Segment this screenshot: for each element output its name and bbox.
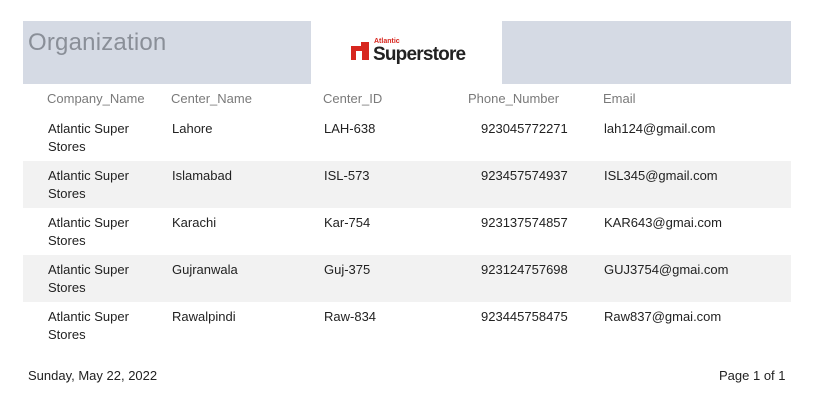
cell-email: ISL345@gmail.com (604, 168, 718, 183)
logo-mark-icon (349, 40, 371, 62)
data-table: Atlantic Super Stores Lahore LAH-638 923… (23, 114, 791, 349)
report-date: Sunday, May 22, 2022 (28, 368, 158, 383)
table-row: Atlantic Super Stores Rawalpindi Raw-834… (23, 302, 791, 349)
header-band-right (502, 21, 791, 84)
table-row: Atlantic Super Stores Karachi Kar-754 92… (23, 208, 791, 255)
report-title: Organization (28, 29, 167, 56)
cell-company-name: Atlantic Super Stores (48, 121, 129, 154)
cell-phone-number: 923457574937 (481, 168, 568, 183)
logo-big-text: Superstore (373, 44, 466, 65)
page-number: Page 1 of 1 (719, 368, 786, 383)
cell-company-name: Atlantic Super Stores (48, 168, 129, 201)
superstore-logo: Atlantic Superstore (349, 38, 466, 65)
cell-email: Raw837@gmai.com (604, 309, 722, 324)
cell-phone-number: 923137574857 (481, 215, 568, 230)
cell-center-id: Kar-754 (324, 215, 371, 230)
report-header: Organization Atlantic Superstore (23, 21, 791, 84)
table-row: Atlantic Super Stores Gujranwala Guj-375… (23, 255, 791, 302)
column-header-email: Email (603, 91, 636, 106)
cell-center-id: Guj-375 (324, 262, 371, 277)
cell-phone-number: 923445758475 (481, 309, 568, 324)
cell-center-id: LAH-638 (324, 121, 376, 136)
cell-center-name: Gujranwala (172, 262, 238, 277)
cell-center-id: Raw-834 (324, 309, 377, 324)
cell-company-name: Atlantic Super Stores (48, 309, 129, 342)
cell-center-id: ISL-573 (324, 168, 370, 183)
column-header-company-name: Company_Name (47, 91, 145, 106)
cell-phone-number: 923124757698 (481, 262, 568, 277)
cell-center-name: Rawalpindi (172, 309, 236, 324)
cell-center-name: Karachi (172, 215, 217, 230)
cell-email: GUJ3754@gmai.com (604, 262, 729, 277)
column-headers: Company_Name Center_Name Center_ID Phone… (23, 87, 791, 111)
cell-center-name: Lahore (172, 121, 213, 136)
title-band: Organization (23, 21, 311, 84)
cell-company-name: Atlantic Super Stores (48, 215, 129, 248)
cell-company-name: Atlantic Super Stores (48, 262, 129, 295)
column-header-center-name: Center_Name (171, 91, 252, 106)
logo-area: Atlantic Superstore (311, 21, 502, 84)
cell-email: KAR643@gmai.com (604, 215, 722, 230)
cell-email: lah124@gmail.com (604, 121, 716, 136)
cell-center-name: Islamabad (172, 168, 232, 183)
table-row: Atlantic Super Stores Islamabad ISL-573 … (23, 161, 791, 208)
column-header-center-id: Center_ID (323, 91, 383, 106)
table-row: Atlantic Super Stores Lahore LAH-638 923… (23, 114, 791, 161)
column-header-phone-number: Phone_Number (468, 91, 560, 106)
cell-phone-number: 923045772271 (481, 121, 568, 136)
